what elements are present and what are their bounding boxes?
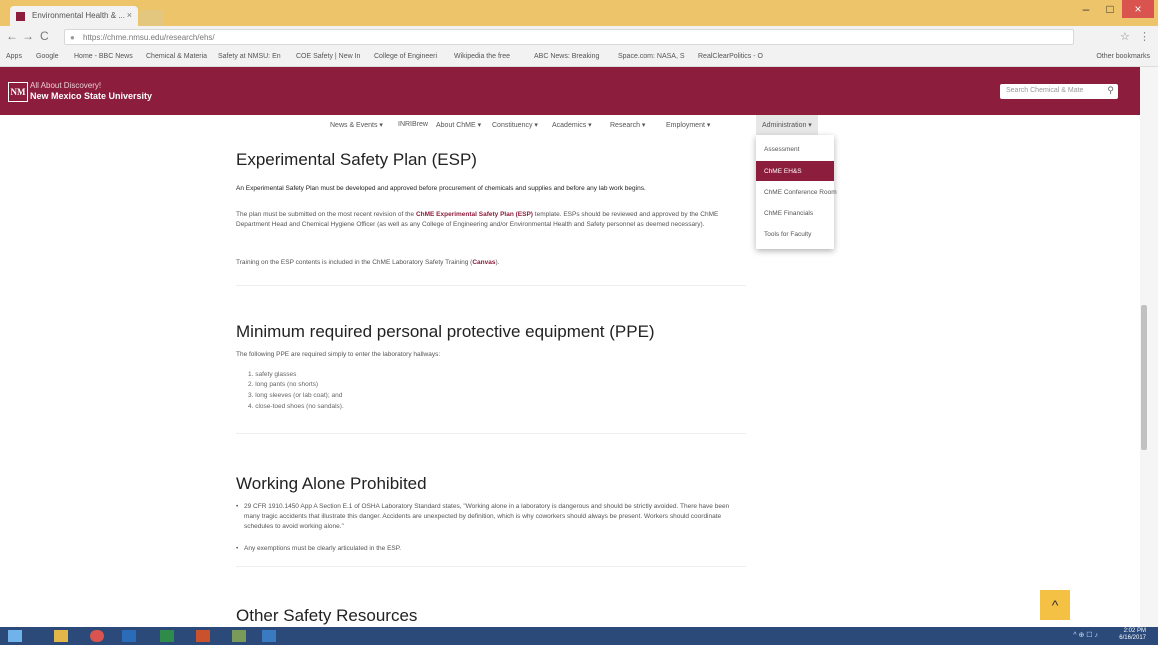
chrome-icon[interactable] (90, 630, 104, 642)
back-button[interactable]: ← (6, 29, 18, 43)
main-nav: News & Events ▾ INRIBrew About ChME ▾ Co… (0, 115, 1140, 135)
bookmark-item[interactable]: Safety at NMSU: En (218, 53, 281, 60)
esp-heading: Experimental Safety Plan (ESP) (236, 150, 477, 169)
bookmark-item[interactable]: College of Engineeri (374, 53, 437, 60)
window-controls: – □ × (1074, 0, 1154, 20)
ppe-list-item: 4. close-toed shoes (no sandals). (248, 403, 344, 410)
nmsu-logo[interactable]: NM (8, 82, 28, 102)
powerpoint-icon[interactable] (196, 630, 210, 642)
windows-taskbar: ^ ⊕ ☐ ♪ 2:02 PM 6/16/2017 (0, 627, 1158, 645)
bookmark-item[interactable]: Google (36, 53, 59, 60)
minimize-button[interactable]: – (1074, 0, 1098, 18)
dropdown-assessment[interactable]: Assessment (756, 139, 834, 159)
section-divider (236, 285, 746, 286)
bookmark-item[interactable]: Apps (6, 53, 22, 60)
ppe-list-item: 1. safety glasses (248, 371, 297, 378)
dropdown-tools-faculty[interactable]: Tools for Faculty (756, 224, 834, 244)
forward-button[interactable]: → (22, 29, 34, 43)
bookmark-item[interactable]: ABC News: Breaking (534, 53, 599, 60)
bookmarks-bar: Apps Google Home - BBC News Chemical & M… (0, 48, 1158, 67)
star-icon[interactable]: ☆ (1120, 31, 1130, 43)
clock-date: 6/16/2017 (1119, 635, 1146, 641)
bookmark-item[interactable]: Wikipedia the free (454, 53, 510, 60)
esp-paragraph-2: The plan must be submitted on the most r… (236, 210, 746, 230)
address-bar[interactable]: ● https://chme.nmsu.edu/research/ehs/ (64, 29, 1074, 45)
tab-close-icon[interactable]: × (127, 10, 132, 20)
clock-time: 2:02 PM (1123, 628, 1146, 634)
ppe-list-item: 3. long sleeves (or lab coat); and (248, 392, 343, 399)
word-icon[interactable] (122, 630, 136, 642)
close-window-button[interactable]: × (1122, 0, 1154, 18)
working-alone-heading: Working Alone Prohibited (236, 474, 427, 493)
other-resources-heading: Other Safety Resources (236, 606, 418, 625)
browser-titlebar: Environmental Health & ... × – □ × (0, 0, 1158, 26)
ppe-list-item: 2. long pants (no shorts) (248, 381, 319, 388)
nav-inribrew[interactable]: INRIBrew (398, 121, 428, 128)
start-button-icon[interactable] (8, 630, 22, 642)
search-placeholder: Search Chemical & Mate (1006, 87, 1084, 94)
dropdown-chme-ehs[interactable]: ChME EH&S (756, 161, 834, 181)
tab-title: Environmental Health & ... (32, 11, 125, 20)
tab-favicon (16, 12, 25, 21)
search-icon[interactable]: ⚲ (1107, 85, 1114, 96)
esp-paragraph-3: Training on the ESP contents is included… (236, 258, 746, 268)
esp-p3-text: Training on the ESP contents is included… (236, 259, 473, 266)
toolbar-icons: ☆ ⋮ (1120, 30, 1150, 43)
taskbar-clock[interactable]: 2:02 PM 6/16/2017 (1119, 628, 1146, 642)
site-search-input[interactable]: Search Chemical & Mate ⚲ (1000, 84, 1118, 99)
nav-academics[interactable]: Academics ▾ (552, 121, 592, 129)
section-divider (236, 566, 746, 567)
esp-p2-text: The plan must be submitted on the most r… (236, 211, 416, 218)
system-tray[interactable]: ^ ⊕ ☐ ♪ (1073, 631, 1098, 639)
bookmark-item[interactable]: Space.com: NASA, S (618, 53, 685, 60)
bookmark-item[interactable]: COE Safety | New In (296, 53, 360, 60)
section-divider (236, 433, 746, 434)
maximize-button[interactable]: □ (1098, 0, 1122, 18)
menu-icon[interactable]: ⋮ (1139, 31, 1150, 43)
new-tab-button[interactable] (140, 10, 164, 26)
file-explorer-icon[interactable] (54, 630, 68, 642)
browser-tab[interactable]: Environmental Health & ... × (10, 6, 138, 26)
nav-administration[interactable]: Administration ▾ (756, 115, 818, 135)
bookmark-item[interactable]: RealClearPolitics - O (698, 53, 763, 60)
bookmark-item[interactable]: Home - BBC News (74, 53, 133, 60)
nav-constituency[interactable]: Constituency ▾ (492, 121, 538, 129)
site-header: NM All About Discovery! New Mexico State… (0, 67, 1140, 115)
app-icon[interactable] (232, 630, 246, 642)
nav-research[interactable]: Research ▾ (610, 121, 645, 129)
esp-p3-text-2: ). (495, 259, 500, 266)
esp-paragraph-1: An Experimental Safety Plan must be deve… (236, 185, 646, 192)
excel-icon[interactable] (160, 630, 174, 642)
nav-news-events[interactable]: News & Events ▾ (330, 121, 383, 129)
site-tagline: All About Discovery! (30, 81, 102, 90)
nav-about-chme[interactable]: About ChME ▾ (436, 121, 481, 129)
canvas-link[interactable]: Canvas (472, 259, 495, 266)
working-alone-bullet: 29 CFR 1910.1450 App A Section E.1 of OS… (236, 502, 744, 532)
scroll-to-top-button[interactable]: ^ (1040, 590, 1070, 620)
dropdown-financials[interactable]: ChME Financials (756, 203, 834, 223)
esp-template-link[interactable]: ChME Experimental Safety Plan (ESP) (416, 211, 533, 218)
other-bookmarks[interactable]: Other bookmarks (1096, 53, 1150, 60)
url-text: https://chme.nmsu.edu/research/ehs/ (83, 33, 215, 42)
bookmark-item[interactable]: Chemical & Materia (146, 53, 207, 60)
dropdown-conference-room[interactable]: ChME Conference Room (756, 182, 837, 202)
browser-toolbar: ← → C ● https://chme.nmsu.edu/research/e… (0, 26, 1158, 48)
lock-icon: ● (70, 33, 75, 42)
working-alone-bullet: Any exemptions must be clearly articulat… (236, 544, 744, 554)
administration-dropdown: Assessment ChME EH&S ChME Conference Roo… (756, 135, 837, 249)
reload-button[interactable]: C (40, 29, 49, 43)
ppe-intro: The following PPE are required simply to… (236, 351, 441, 358)
ppe-heading: Minimum required personal protective equ… (236, 322, 655, 341)
scrollbar-thumb[interactable] (1141, 305, 1147, 450)
university-name[interactable]: New Mexico State University (30, 91, 152, 101)
nav-employment[interactable]: Employment ▾ (666, 121, 710, 129)
outlook-icon[interactable] (262, 630, 276, 642)
